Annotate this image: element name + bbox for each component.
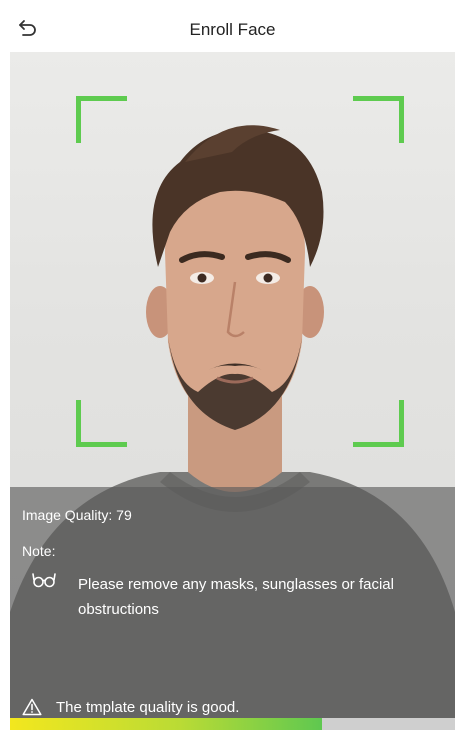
status-text: The tmplate quality is good. bbox=[56, 698, 240, 716]
note-label: Note: bbox=[22, 543, 56, 559]
face-frame-corner-bottom-right bbox=[353, 400, 404, 447]
warning-icon bbox=[22, 698, 42, 716]
info-overlay: Image Quality: 79 Note: Please remove an… bbox=[10, 487, 455, 718]
camera-preview: Image Quality: 79 Note: Please remove an… bbox=[10, 52, 455, 718]
template-status: The tmplate quality is good. bbox=[22, 697, 239, 717]
face-frame-corner-top-right bbox=[353, 96, 404, 143]
page-title: Enroll Face bbox=[189, 20, 276, 39]
glasses-icon bbox=[32, 573, 56, 588]
face-frame-corner-bottom-left bbox=[76, 400, 127, 447]
quality-progress-bar bbox=[10, 718, 455, 730]
top-bar: Enroll Face bbox=[10, 6, 455, 53]
note-text: Please remove any masks, sunglasses or f… bbox=[78, 576, 394, 618]
quality-progress-fill bbox=[10, 718, 322, 730]
image-quality-label: Image Quality: 79 bbox=[22, 507, 132, 523]
enroll-face-screen: Enroll Face Image Quality: 79 Note: Plea… bbox=[10, 6, 455, 730]
face-frame-corner-top-left bbox=[76, 96, 127, 143]
